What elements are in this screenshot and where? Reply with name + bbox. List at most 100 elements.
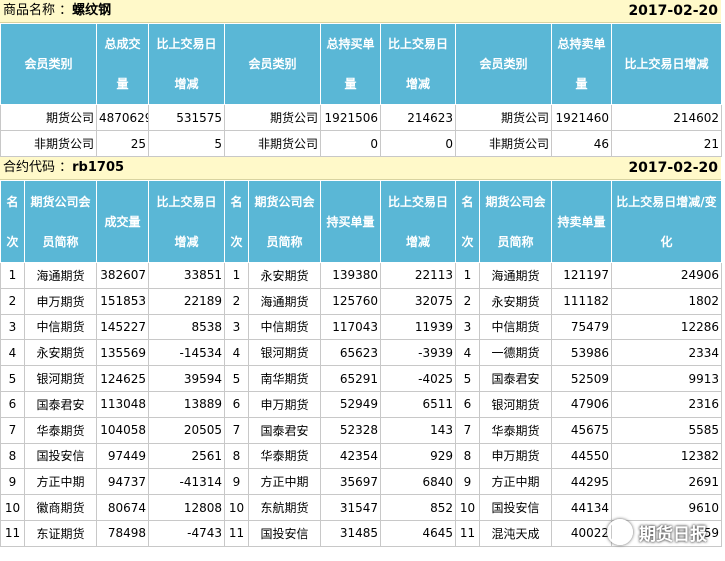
- ranking-cell: 方正中期: [24, 468, 97, 496]
- ranking-cell: 5585: [611, 416, 722, 444]
- ranking-cell: 382607: [96, 262, 149, 289]
- ranking-cell: 徽商期货: [24, 494, 97, 521]
- ranking-cell: 4: [224, 339, 249, 367]
- summary-header-6: 会员类别: [455, 23, 552, 105]
- ranking-cell: 22113: [380, 262, 456, 289]
- ranking-cell: 94737: [96, 468, 149, 496]
- table-row: 6 国泰君安 113048 13889 6 申万期货 52949 6511 6 银河期货 47906…: [0, 390, 722, 418]
- ranking-header-8: 名次: [455, 180, 480, 263]
- summary-cell: 46: [551, 130, 612, 157]
- summary-cell: 期货公司: [455, 104, 552, 131]
- ranking-cell: 124625: [96, 365, 149, 392]
- ranking-cell: 中信期货: [479, 313, 552, 341]
- ranking-cell: 5: [224, 365, 249, 392]
- ranking-cell: 4: [455, 339, 480, 367]
- ranking-cell: 国投安信: [24, 442, 97, 470]
- ranking-cell: 9: [0, 468, 25, 496]
- table-row: 非期货公司 25 5 非期货公司 0 0 非期货公司 46 21: [0, 130, 722, 157]
- watermark-text: 期货日报: [639, 524, 707, 545]
- ranking-cell: 5: [0, 365, 25, 392]
- commodity-row: 商品名称 ：螺纹钢 2017-02-20: [0, 0, 721, 23]
- summary-cell: 5: [148, 130, 225, 157]
- ranking-cell: 52328: [320, 416, 381, 444]
- ranking-header-1: 期货公司会员简称: [24, 180, 97, 263]
- wechat-logo-icon: [607, 519, 633, 545]
- ranking-cell: 银河期货: [248, 339, 321, 367]
- commodity-date: 2017-02-20: [628, 3, 718, 19]
- ranking-cell: 9610: [611, 494, 722, 521]
- ranking-cell: 121197: [551, 262, 612, 289]
- contract-date: 2017-02-20: [628, 160, 718, 176]
- ranking-cell: -14534: [148, 339, 225, 367]
- ranking-cell: 永安期货: [479, 287, 552, 315]
- ranking-cell: 47906: [551, 390, 612, 418]
- ranking-header-row: 名次 期货公司会员简称 成交量 比上交易日增减 名次 期货公司会员简称 持买单量 比上交易日增…: [0, 180, 722, 263]
- summary-header-5: 比上交易日增减: [380, 23, 456, 105]
- summary-cell: 非期货公司: [0, 130, 97, 157]
- ranking-header-3: 比上交易日增减: [148, 180, 225, 263]
- ranking-cell: 10: [224, 494, 249, 521]
- ranking-cell: -4743: [148, 519, 225, 547]
- ranking-cell: -4025: [380, 365, 456, 392]
- table-row: 2 申万期货 151853 22189 2 海通期货 125760 32075 2 永安期货 111…: [0, 287, 722, 315]
- ranking-cell: 7: [0, 416, 25, 444]
- ranking-cell: 中信期货: [24, 313, 97, 341]
- summary-cell: 4870629: [96, 104, 149, 131]
- contract-label: 合约代码 ：rb1705: [3, 160, 125, 175]
- ranking-cell: 80674: [96, 494, 149, 521]
- ranking-cell: 12382: [611, 442, 722, 470]
- ranking-cell: 45675: [551, 416, 612, 444]
- ranking-cell: 11: [224, 519, 249, 547]
- ranking-cell: 65623: [320, 339, 381, 367]
- ranking-cell: 申万期货: [24, 287, 97, 315]
- ranking-cell: 42354: [320, 442, 381, 470]
- sheet: 商品名称 ：螺纹钢 2017-02-20 会员类别 总成交量 比上交易日增减 会员类别…: [0, 0, 722, 547]
- table-row: 1 海通期货 382607 33851 1 永安期货 139380 22113 1 海通期货 121…: [0, 262, 722, 289]
- summary-header-8: 比上交易日增减: [611, 23, 722, 105]
- ranking-cell: 永安期货: [248, 262, 321, 289]
- ranking-cell: 1802: [611, 287, 722, 315]
- ranking-cell: 125760: [320, 287, 381, 315]
- ranking-cell: 139380: [320, 262, 381, 289]
- ranking-cell: 33851: [148, 262, 225, 289]
- ranking-cell: 9: [224, 468, 249, 496]
- ranking-header-2: 成交量: [96, 180, 149, 263]
- ranking-cell: 44295: [551, 468, 612, 496]
- ranking-cell: 国投安信: [479, 494, 552, 521]
- ranking-cell: 海通期货: [479, 262, 552, 289]
- ranking-cell: 11: [455, 519, 480, 547]
- table-row: 3 中信期货 145227 8538 3 中信期货 117043 11939 3 中信期货 7547…: [0, 313, 722, 341]
- ranking-cell: 11939: [380, 313, 456, 341]
- ranking-cell: 中信期货: [248, 313, 321, 341]
- ranking-cell: 31547: [320, 494, 381, 521]
- ranking-cell: 143: [380, 416, 456, 444]
- ranking-cell: 海通期货: [24, 262, 97, 289]
- ranking-cell: 海通期货: [248, 287, 321, 315]
- ranking-cell: 40022: [551, 519, 612, 547]
- ranking-cell: 135569: [96, 339, 149, 367]
- ranking-cell: 2691: [611, 468, 722, 496]
- ranking-cell: 银河期货: [479, 390, 552, 418]
- table-row: 4 永安期货 135569 -14534 4 银河期货 65623 -3939 4 一德期货 539…: [0, 339, 722, 367]
- ranking-cell: 5: [455, 365, 480, 392]
- ranking-cell: 52509: [551, 365, 612, 392]
- ranking-cell: 1: [0, 262, 25, 289]
- table-row: 5 银河期货 124625 39594 5 南华期货 65291 -4025 5 国泰君安 5250…: [0, 365, 722, 392]
- ranking-cell: 111182: [551, 287, 612, 315]
- ranking-cell: 20505: [148, 416, 225, 444]
- summary-header-3: 会员类别: [224, 23, 321, 105]
- watermark: 期货日报: [607, 518, 707, 546]
- ranking-cell: 华泰期货: [248, 442, 321, 470]
- ranking-cell: 52949: [320, 390, 381, 418]
- ranking-cell: 113048: [96, 390, 149, 418]
- summary-header-2: 比上交易日增减: [148, 23, 225, 105]
- ranking-header-6: 持买单量: [320, 180, 381, 263]
- summary-header-row: 会员类别 总成交量 比上交易日增减 会员类别 总持买单量 比上交易日增减 会员类别 总持卖单量…: [0, 23, 722, 105]
- summary-cell: 1921506: [320, 104, 381, 131]
- ranking-table: 名次 期货公司会员简称 成交量 比上交易日增减 名次 期货公司会员简称 持买单量 比上交易日增…: [0, 180, 722, 547]
- ranking-cell: 混沌天成: [479, 519, 552, 547]
- ranking-cell: 22189: [148, 287, 225, 315]
- ranking-cell: 852: [380, 494, 456, 521]
- ranking-cell: 2: [455, 287, 480, 315]
- ranking-cell: 1: [224, 262, 249, 289]
